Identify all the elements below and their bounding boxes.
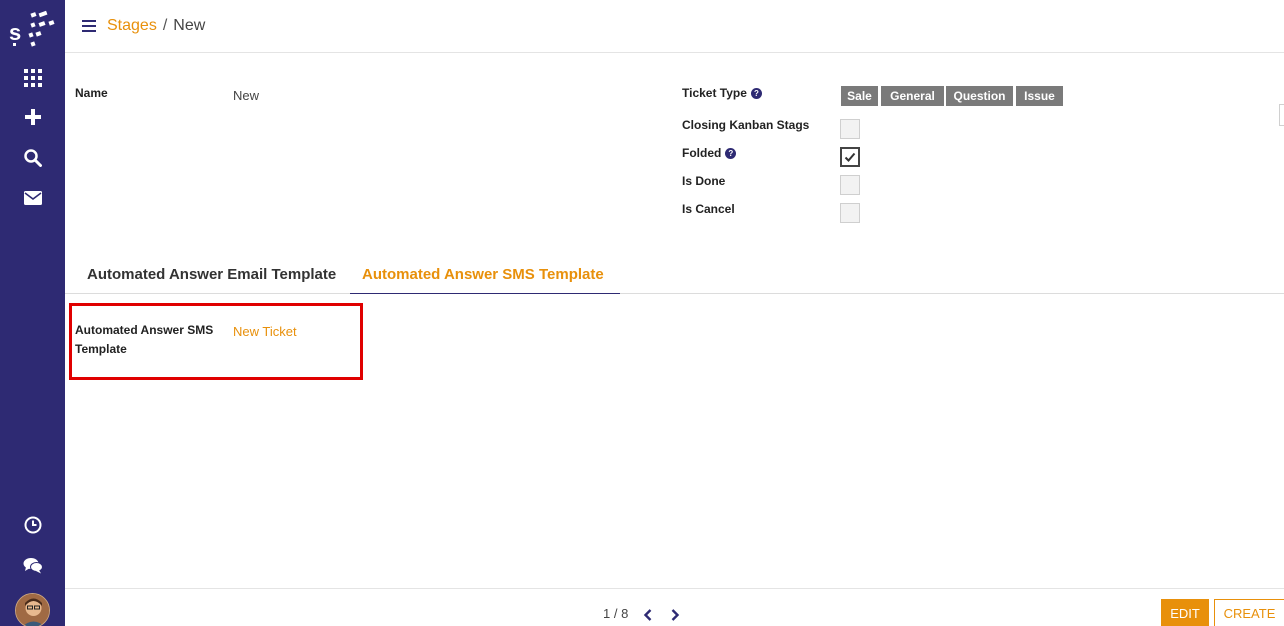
is-done-checkbox[interactable] xyxy=(840,175,860,195)
ticket-type-tag-general[interactable]: General xyxy=(881,86,944,106)
collapsed-panel-handle[interactable] xyxy=(1279,104,1284,126)
tab-sms-template[interactable]: Automated Answer SMS Template xyxy=(350,266,620,294)
breadcrumb: Stages / New xyxy=(107,17,205,35)
tab-email-template[interactable]: Automated Answer Email Template xyxy=(87,266,336,283)
folded-label: Folded? xyxy=(682,146,737,160)
closing-kanban-label: Closing Kanban Stags xyxy=(682,118,810,132)
plus-icon[interactable] xyxy=(20,104,46,130)
edit-button[interactable]: EDIT xyxy=(1161,599,1209,626)
svg-text:s: s xyxy=(9,20,21,45)
create-button[interactable]: CREATE xyxy=(1214,599,1284,626)
chevron-left-icon[interactable] xyxy=(641,608,655,622)
closing-kanban-checkbox[interactable] xyxy=(840,119,860,139)
help-icon[interactable]: ? xyxy=(725,148,737,159)
avatar[interactable] xyxy=(15,593,50,626)
tabs-divider xyxy=(65,293,1284,294)
breadcrumb-stages-link[interactable]: Stages xyxy=(107,17,157,34)
is-cancel-label: Is Cancel xyxy=(682,202,735,216)
name-value: New xyxy=(233,88,260,103)
sms-template-link[interactable]: New Ticket xyxy=(233,324,297,339)
help-icon[interactable]: ? xyxy=(750,88,762,99)
top-bar: Stages / New xyxy=(65,0,1284,53)
sidebar: s xyxy=(0,0,65,626)
is-cancel-checkbox[interactable] xyxy=(840,203,860,223)
breadcrumb-current: New xyxy=(173,17,206,34)
apps-icon[interactable] xyxy=(20,65,46,91)
chat-icon[interactable] xyxy=(20,552,46,578)
clock-icon[interactable] xyxy=(20,512,46,538)
app-logo[interactable]: s xyxy=(9,10,57,50)
footer: 1 / 8 EDIT CREATE xyxy=(65,588,1284,626)
breadcrumb-separator: / xyxy=(162,17,168,34)
name-label: Name xyxy=(75,86,108,100)
chevron-right-icon[interactable] xyxy=(668,608,682,622)
folded-checkbox[interactable] xyxy=(840,147,860,167)
menu-icon[interactable] xyxy=(82,20,96,32)
ticket-type-tag-issue[interactable]: Issue xyxy=(1016,86,1063,106)
folded-label-text: Folded xyxy=(682,146,722,160)
pager-counter: 1 / 8 xyxy=(603,606,629,621)
ticket-type-tag-question[interactable]: Question xyxy=(946,86,1013,106)
ticket-type-label: Ticket Type? xyxy=(682,86,762,100)
mail-icon[interactable] xyxy=(20,185,46,211)
sms-template-label: Automated Answer SMS Template xyxy=(75,323,214,356)
search-icon[interactable] xyxy=(20,145,46,171)
ticket-type-tag-sale[interactable]: Sale xyxy=(841,86,878,106)
check-icon xyxy=(844,152,856,162)
ticket-type-label-text: Ticket Type xyxy=(682,86,747,100)
is-done-label: Is Done xyxy=(682,174,726,188)
